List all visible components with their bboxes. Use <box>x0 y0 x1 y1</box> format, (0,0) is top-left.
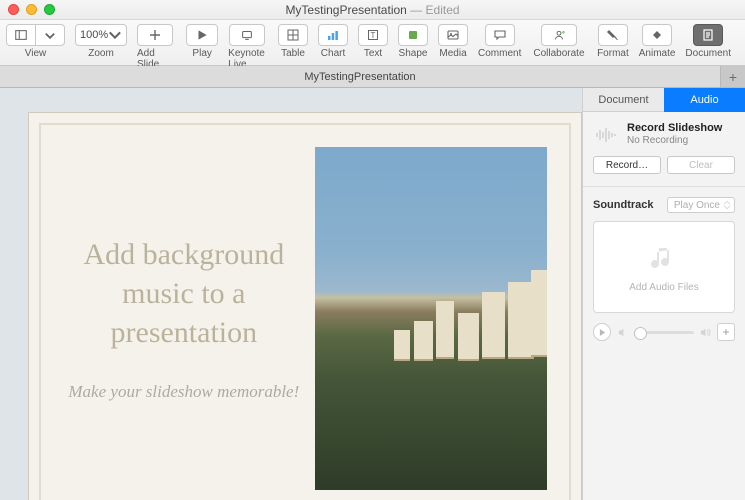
window-titlebar: MyTestingPresentation — Edited <box>0 0 745 20</box>
chart-button[interactable] <box>318 24 348 46</box>
tab-document[interactable]: Document <box>583 88 664 112</box>
comment-button[interactable] <box>485 24 515 46</box>
record-section: Record Slideshow No Recording Record… Cl… <box>583 112 745 187</box>
zoom-value: 100% <box>80 29 108 41</box>
volume-low-icon <box>617 327 628 338</box>
minimize-window-button[interactable] <box>26 4 37 15</box>
media-label: Media <box>439 48 466 59</box>
clear-button[interactable]: Clear <box>667 156 735 174</box>
inspector-tabs: Document Audio <box>583 88 745 112</box>
format-label: Format <box>597 48 629 59</box>
tab-audio[interactable]: Audio <box>664 88 745 112</box>
collaborate-button[interactable]: + <box>541 24 577 46</box>
soundtrack-mode-select[interactable]: Play Once <box>667 197 735 213</box>
inspector-panel: Document Audio Record Slideshow No Recor… <box>582 88 745 500</box>
view-button[interactable] <box>6 24 36 46</box>
play-label: Play <box>192 48 211 59</box>
play-audio-button[interactable] <box>593 323 611 341</box>
animate-label: Animate <box>639 48 676 59</box>
text-button[interactable]: T <box>358 24 388 46</box>
toolbar: View 100% Zoom Add Slide Play Keynote Li… <box>0 20 745 66</box>
text-label: Text <box>364 48 382 59</box>
record-title: Record Slideshow <box>627 122 722 134</box>
record-button[interactable]: Record… <box>593 156 661 174</box>
comment-label: Comment <box>478 48 521 59</box>
shape-label: Shape <box>399 48 428 59</box>
play-button[interactable] <box>186 24 218 46</box>
slide-subtitle[interactable]: Make your slideshow memorable! <box>68 382 299 402</box>
image-buildings <box>384 277 547 397</box>
document-status: — Edited <box>410 3 459 17</box>
waveform-icon <box>593 122 619 148</box>
audio-player: + <box>593 323 735 341</box>
record-subtitle: No Recording <box>627 135 722 146</box>
document-tab[interactable]: MyTestingPresentation <box>0 66 721 87</box>
slide[interactable]: Add background music to a presentation M… <box>28 112 582 500</box>
table-label: Table <box>281 48 305 59</box>
window-title: MyTestingPresentation — Edited <box>0 3 745 17</box>
view-menu-button[interactable] <box>35 24 65 46</box>
collaborate-label: Collaborate <box>533 48 584 59</box>
add-slide-button[interactable] <box>137 24 173 46</box>
document-name: MyTestingPresentation <box>285 3 406 17</box>
view-label: View <box>25 48 47 59</box>
add-audio-button[interactable]: + <box>717 323 735 341</box>
keynote-live-button[interactable] <box>229 24 265 46</box>
slide-image[interactable] <box>315 147 547 490</box>
shape-button[interactable] <box>398 24 428 46</box>
zoom-selector[interactable]: 100% <box>75 24 127 46</box>
close-window-button[interactable] <box>8 4 19 15</box>
soundtrack-section: Soundtrack Play Once Add Audio Files + <box>583 187 745 353</box>
slide-canvas[interactable]: Add background music to a presentation M… <box>0 88 582 500</box>
audio-dropzone[interactable]: Add Audio Files <box>593 221 735 313</box>
zoom-label: Zoom <box>88 48 114 59</box>
window-controls <box>8 4 55 15</box>
animate-button[interactable] <box>642 24 672 46</box>
chart-label: Chart <box>321 48 345 59</box>
document-tabbar: MyTestingPresentation + <box>0 66 745 88</box>
slide-title[interactable]: Add background music to a presentation <box>63 235 305 352</box>
slide-content: Add background music to a presentation M… <box>39 123 571 500</box>
volume-high-icon <box>700 327 711 338</box>
music-note-icon <box>647 242 681 276</box>
svg-text:T: T <box>371 31 376 40</box>
slide-text-area[interactable]: Add background music to a presentation M… <box>63 147 315 490</box>
media-button[interactable] <box>438 24 468 46</box>
document-label: Document <box>685 48 731 59</box>
document-button[interactable] <box>693 24 723 46</box>
main-area: Add background music to a presentation M… <box>0 88 745 500</box>
format-button[interactable] <box>598 24 628 46</box>
dropzone-label: Add Audio Files <box>629 282 699 293</box>
table-button[interactable] <box>278 24 308 46</box>
soundtrack-title: Soundtrack <box>593 199 654 211</box>
volume-slider[interactable] <box>634 331 694 334</box>
add-tab-button[interactable]: + <box>721 66 745 87</box>
maximize-window-button[interactable] <box>44 4 55 15</box>
